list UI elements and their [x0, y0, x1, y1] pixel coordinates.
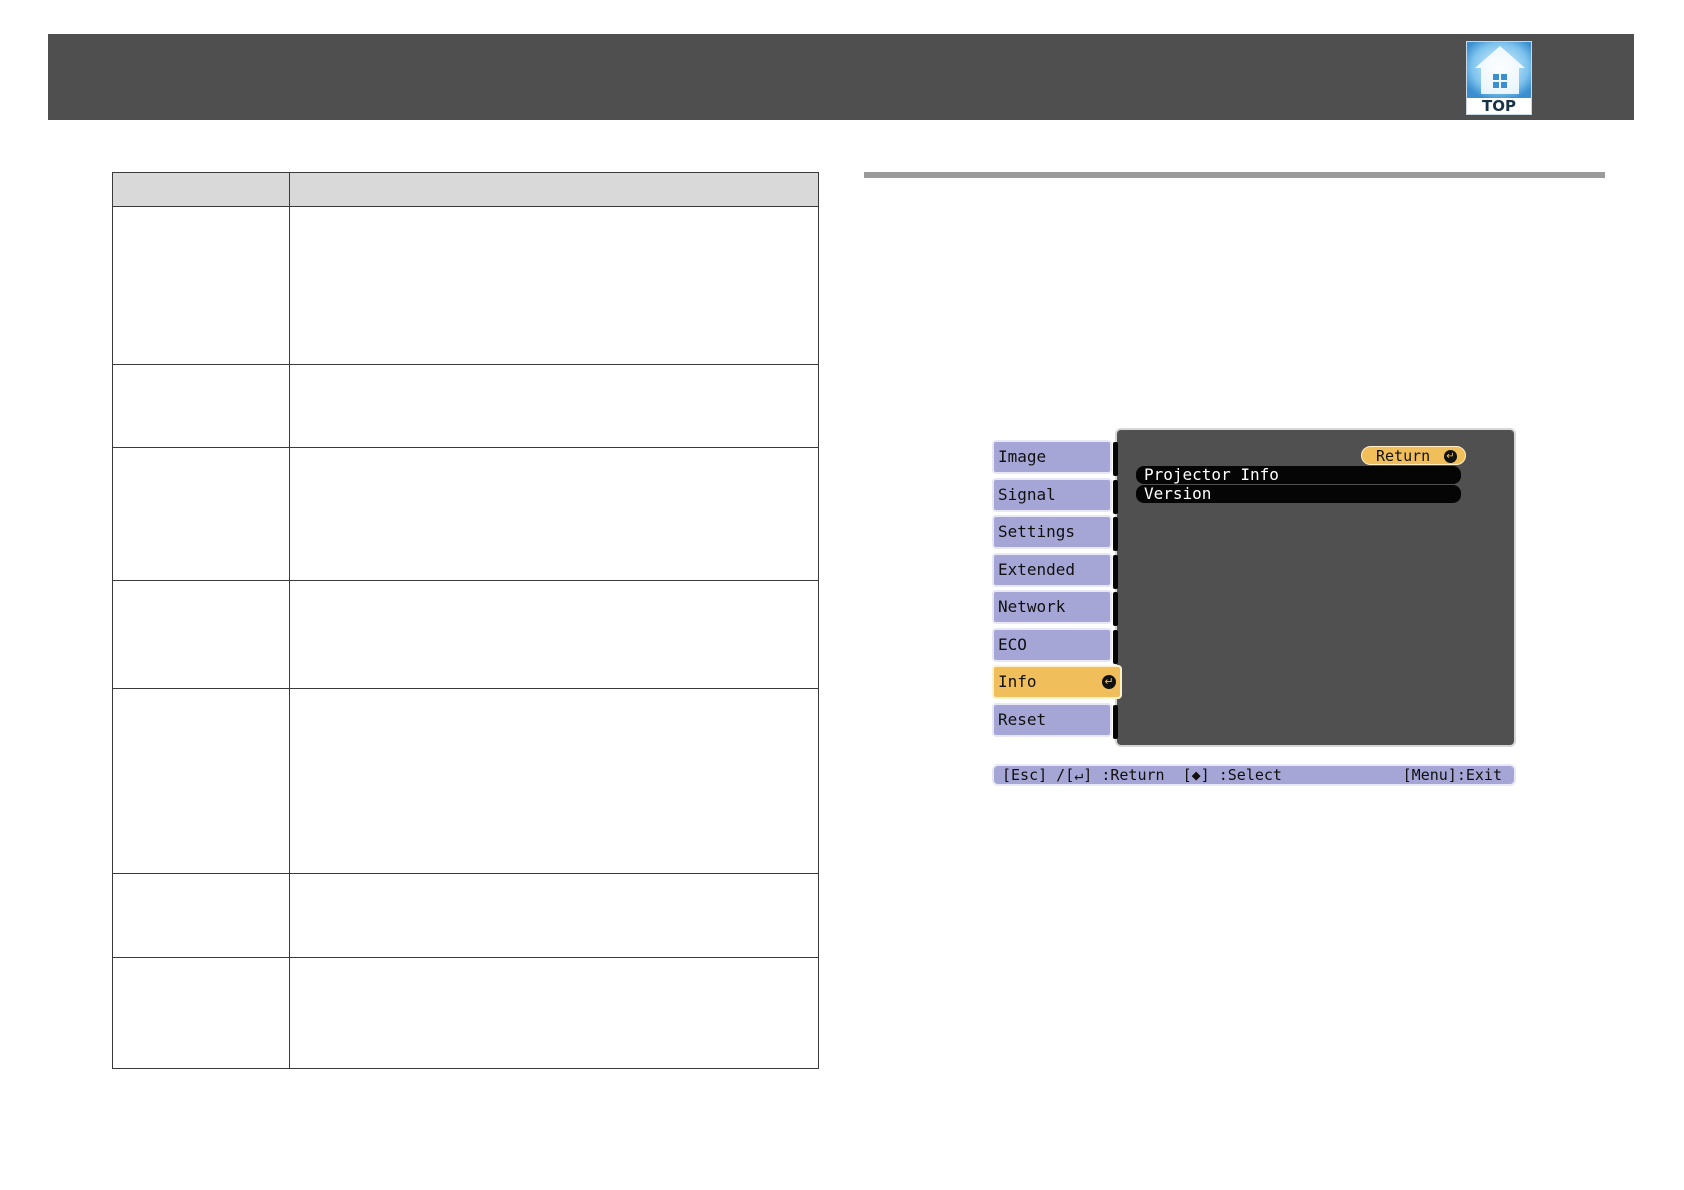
table-cell [289, 206, 819, 365]
sidebar-separator [1113, 592, 1118, 626]
top-label: TOP [1482, 97, 1516, 115]
sidebar-item-label: ECO [998, 635, 1027, 654]
sidebar-item-label: Info [998, 672, 1037, 691]
sidebar-item-label: Extended [998, 560, 1076, 579]
sidebar-separator [1113, 480, 1118, 514]
submenu-item-version[interactable]: Version [1136, 485, 1461, 503]
submenu-item-label: Version [1144, 484, 1212, 503]
top-link-button[interactable]: TOP [1466, 41, 1532, 115]
sidebar-item-reset[interactable]: Reset [992, 703, 1118, 739]
sidebar-item-label: Image [998, 447, 1047, 466]
table-cell [112, 580, 290, 689]
submenu-item-projector-info[interactable]: Projector Info [1136, 466, 1461, 484]
sidebar-item-signal[interactable]: Signal [992, 478, 1118, 514]
table-cell [289, 957, 819, 1069]
table-cell [112, 206, 290, 365]
submenu-panel: Return ↵ Projector Info Version [1115, 428, 1516, 747]
sidebar-item-image[interactable]: Image [992, 440, 1118, 476]
status-hint-left: [Esc] /[↵] :Return [◆] :Select [1002, 766, 1282, 784]
sidebar-item-label: Network [998, 597, 1066, 616]
sidebar-item-settings[interactable]: Settings [992, 515, 1118, 551]
table-cell [289, 364, 819, 448]
enter-icon: ↵ [1102, 675, 1116, 689]
status-hint-right: [Menu]:Exit [1402, 766, 1502, 784]
return-button[interactable]: Return ↵ [1361, 446, 1466, 465]
table-cell [112, 364, 290, 448]
settings-table [112, 172, 819, 1069]
sidebar-separator [1113, 630, 1118, 664]
table-cell [112, 447, 290, 581]
table-cell [112, 873, 290, 958]
table-cell [289, 873, 819, 958]
sidebar-item-label: Reset [998, 710, 1047, 729]
sidebar-separator [1113, 555, 1118, 589]
table-row [112, 873, 819, 958]
enter-icon: ↵ [1444, 450, 1457, 463]
sidebar-item-info[interactable]: Info ↵ [992, 665, 1122, 699]
sidebar-separator [1113, 442, 1118, 476]
section-divider [864, 172, 1605, 178]
projector-menu-screenshot: Return ↵ Projector Info Version Image Si… [990, 428, 1516, 788]
table-header-cell [289, 172, 819, 207]
submenu-item-label: Projector Info [1144, 465, 1279, 484]
table-row [112, 688, 819, 874]
table-header-cell [112, 172, 290, 207]
table-row [112, 364, 819, 448]
table-row [112, 580, 819, 689]
table-row [112, 447, 819, 581]
sidebar-separator [1113, 517, 1118, 551]
table-row [112, 206, 819, 365]
sidebar-item-label: Signal [998, 485, 1056, 504]
table-cell [289, 447, 819, 581]
sidebar-item-eco[interactable]: ECO [992, 628, 1118, 664]
table-cell [289, 688, 819, 874]
sidebar-separator [1113, 705, 1118, 739]
page-header-bar [48, 34, 1634, 120]
table-cell [112, 957, 290, 1069]
table-row [112, 957, 819, 1069]
menu-status-bar: [Esc] /[↵] :Return [◆] :Select [Menu]:Ex… [992, 764, 1516, 786]
table-header-row [112, 172, 819, 207]
table-cell [112, 688, 290, 874]
return-label: Return [1376, 447, 1431, 465]
table-cell [289, 580, 819, 689]
sidebar-item-network[interactable]: Network [992, 590, 1118, 626]
home-icon [1467, 42, 1531, 98]
sidebar-item-extended[interactable]: Extended [992, 553, 1118, 589]
sidebar-item-label: Settings [998, 522, 1076, 541]
